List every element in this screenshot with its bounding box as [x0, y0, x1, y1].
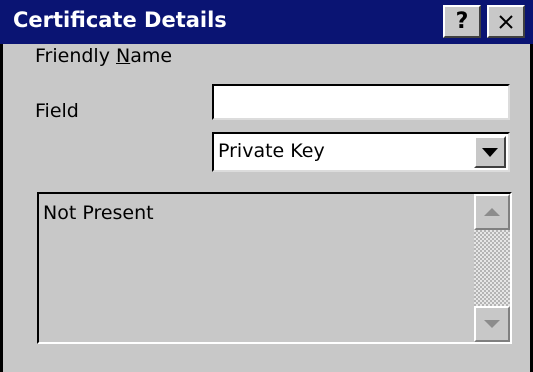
- arrow-up-icon: [484, 208, 500, 216]
- chevron-down-icon: [482, 147, 498, 157]
- help-icon: ?: [455, 8, 469, 34]
- scroll-up-button[interactable]: [474, 194, 510, 230]
- field-details-text: Not Present: [43, 202, 154, 224]
- certificate-details-dialog: Certificate Details ? Friendly Name Fiel…: [0, 0, 533, 372]
- field-dropdown-button[interactable]: [474, 136, 506, 168]
- close-icon: [499, 14, 513, 29]
- field-select-value: Private Key: [218, 140, 325, 162]
- friendly-name-accelerator: N: [116, 45, 131, 67]
- friendly-name-label-part: Friendly: [35, 45, 116, 67]
- friendly-name-label: Friendly Name: [35, 45, 172, 67]
- arrow-down-icon: [484, 320, 500, 328]
- title-bar: Certificate Details ?: [0, 0, 533, 44]
- vertical-scrollbar[interactable]: [474, 194, 510, 342]
- scroll-down-button[interactable]: [474, 306, 510, 342]
- field-select[interactable]: Private Key: [212, 132, 510, 172]
- help-button[interactable]: ?: [443, 5, 481, 38]
- field-label: Field: [35, 100, 79, 122]
- close-button[interactable]: [487, 5, 525, 38]
- dialog-title: Certificate Details: [13, 8, 227, 32]
- field-details-textarea[interactable]: Not Present: [37, 192, 512, 344]
- friendly-name-input[interactable]: [212, 84, 510, 120]
- friendly-name-label-part: ame: [130, 45, 173, 67]
